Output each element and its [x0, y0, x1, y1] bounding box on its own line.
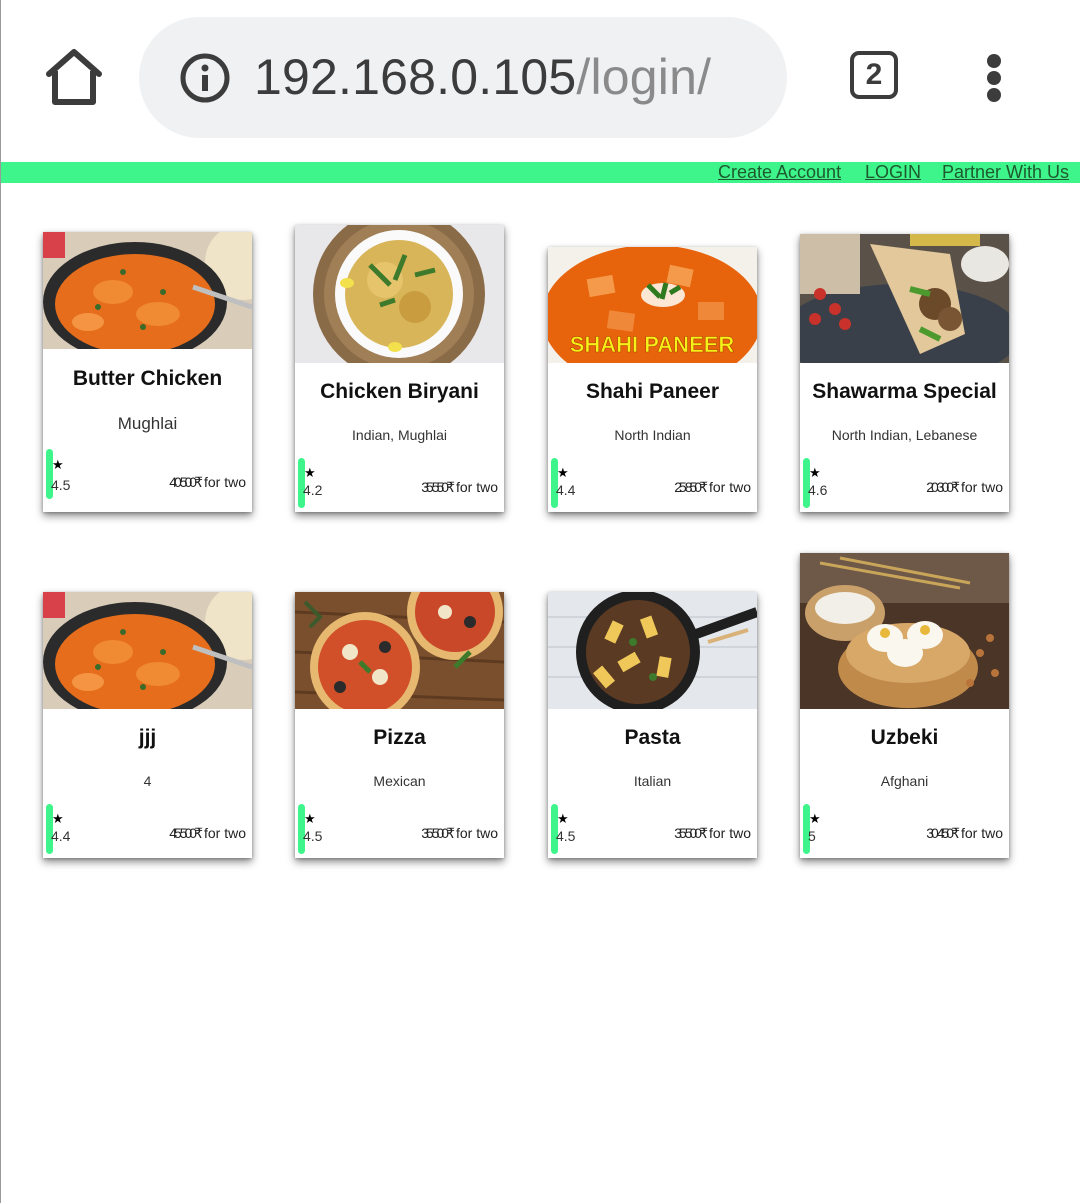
- site-navbar: Create Account LOGIN Partner With Us: [1, 162, 1080, 183]
- browser-toolbar: 192.168.0.105/login/ 2: [1, 0, 1080, 160]
- restaurant-card[interactable]: Pizza Mexican ★ 4.5 35 500₹ for two: [295, 592, 504, 858]
- price-for-two: 20 300₹ for two: [926, 479, 1003, 496]
- price-amount: 35 500₹: [421, 825, 455, 841]
- price-suffix: for two: [708, 479, 751, 495]
- login-link[interactable]: LOGIN: [865, 162, 921, 183]
- price-for-two: 45 500₹ for two: [169, 825, 246, 842]
- pizza-image: [295, 592, 504, 709]
- price-amount: 35 500₹: [674, 825, 708, 841]
- star-icon: ★: [304, 465, 316, 480]
- price-suffix: for two: [960, 479, 1003, 495]
- card-title: Shawarma Special: [812, 380, 997, 403]
- price-amount: 25 850₹: [674, 479, 708, 495]
- card-cuisine: Indian, Mughlai: [352, 427, 447, 443]
- card-cuisine: Mexican: [373, 773, 426, 789]
- price-for-two: 35 550₹ for two: [421, 479, 498, 496]
- star-icon: ★: [52, 457, 64, 472]
- more-menu-icon[interactable]: [981, 50, 1013, 106]
- rating-value: 4.4: [51, 828, 71, 844]
- tab-switcher-button[interactable]: 2: [850, 51, 898, 99]
- card-title: jjj: [138, 726, 157, 749]
- card-cuisine: North Indian: [614, 427, 691, 443]
- restaurant-card[interactable]: Uzbeki Afghani ★ 5 30 450₹ for two: [800, 553, 1009, 858]
- restaurant-card[interactable]: Butter Chicken Mughlai ★ 4.5 40 500₹ for …: [43, 232, 252, 512]
- create-account-link[interactable]: Create Account: [718, 162, 841, 183]
- card-title: Butter Chicken: [72, 367, 223, 390]
- price-suffix: for two: [203, 474, 246, 490]
- card-cuisine: Mughlai: [117, 414, 178, 433]
- card-title: Shahi Paneer: [585, 380, 720, 403]
- url-text: 192.168.0.105/login/: [254, 47, 711, 107]
- rating-value: 4.5: [556, 828, 576, 844]
- card-cuisine: Afghani: [880, 773, 929, 789]
- restaurant-card[interactable]: Chicken Biryani Indian, Mughlai ★ 4.2 35…: [295, 225, 504, 512]
- rating-value: 4.6: [808, 482, 828, 498]
- shawarma-image: [800, 234, 1009, 363]
- card-title: Uzbeki: [870, 726, 939, 749]
- card-title: Pizza: [373, 726, 426, 749]
- price-suffix: for two: [455, 479, 498, 495]
- restaurant-card[interactable]: Pasta Italian ★ 4.5 35 500₹ for two: [548, 592, 757, 858]
- star-icon: ★: [809, 465, 821, 480]
- rating-value: 5: [808, 828, 816, 844]
- price-amount: 30 450₹: [926, 825, 960, 841]
- rating-value: 4.5: [303, 828, 323, 844]
- star-icon: ★: [304, 811, 316, 826]
- card-cuisine: Italian: [633, 773, 672, 789]
- star-icon: ★: [557, 811, 569, 826]
- price-for-two: 35 500₹ for two: [674, 825, 751, 842]
- card-cuisine: North Indian, Lebanese: [831, 427, 978, 443]
- address-bar[interactable]: 192.168.0.105/login/: [139, 17, 787, 138]
- restaurant-card[interactable]: Shawarma Special North Indian, Lebanese …: [800, 234, 1009, 512]
- butter-chicken-image: [43, 592, 252, 709]
- uzbeki-image: [800, 553, 1009, 709]
- card-title: Chicken Biryani: [320, 380, 479, 403]
- price-amount: 35 550₹: [421, 479, 455, 495]
- star-icon: ★: [557, 465, 569, 480]
- price-for-two: 40 500₹ for two: [169, 474, 246, 491]
- price-amount: 20 300₹: [926, 479, 960, 495]
- shahi-paneer-image: SHAHI PANEER: [548, 247, 757, 363]
- price-amount: 40 500₹: [169, 474, 203, 490]
- price-amount: 45 500₹: [169, 825, 203, 841]
- info-icon[interactable]: [179, 52, 231, 104]
- price-for-two: 25 850₹ for two: [674, 479, 751, 496]
- star-icon: ★: [52, 811, 64, 826]
- rating-value: 4.4: [556, 482, 576, 498]
- price-suffix: for two: [455, 825, 498, 841]
- restaurant-card[interactable]: jjj 4 ★ 4.4 45 500₹ for two: [43, 592, 252, 858]
- rating-value: 4.2: [303, 482, 323, 498]
- partner-link[interactable]: Partner With Us: [942, 162, 1069, 183]
- star-icon: ★: [809, 811, 821, 826]
- pasta-image: [548, 592, 757, 709]
- price-for-two: 35 500₹ for two: [421, 825, 498, 842]
- home-icon[interactable]: [41, 44, 107, 110]
- chicken-biryani-image: [295, 225, 504, 363]
- price-suffix: for two: [960, 825, 1003, 841]
- butter-chicken-image: [43, 232, 252, 349]
- price-for-two: 30 450₹ for two: [926, 825, 1003, 842]
- rating-value: 4.5: [51, 477, 71, 493]
- shahi-paneer-image-caption: SHAHI PANEER: [570, 332, 735, 357]
- card-title: Pasta: [624, 726, 681, 749]
- price-suffix: for two: [203, 825, 246, 841]
- url-path: /login/: [576, 49, 712, 105]
- price-suffix: for two: [708, 825, 751, 841]
- card-cuisine: 4: [143, 773, 152, 789]
- restaurant-card[interactable]: SHAHI PANEER Shahi Paneer North Indian ★…: [548, 247, 757, 512]
- url-host: 192.168.0.105: [254, 49, 577, 105]
